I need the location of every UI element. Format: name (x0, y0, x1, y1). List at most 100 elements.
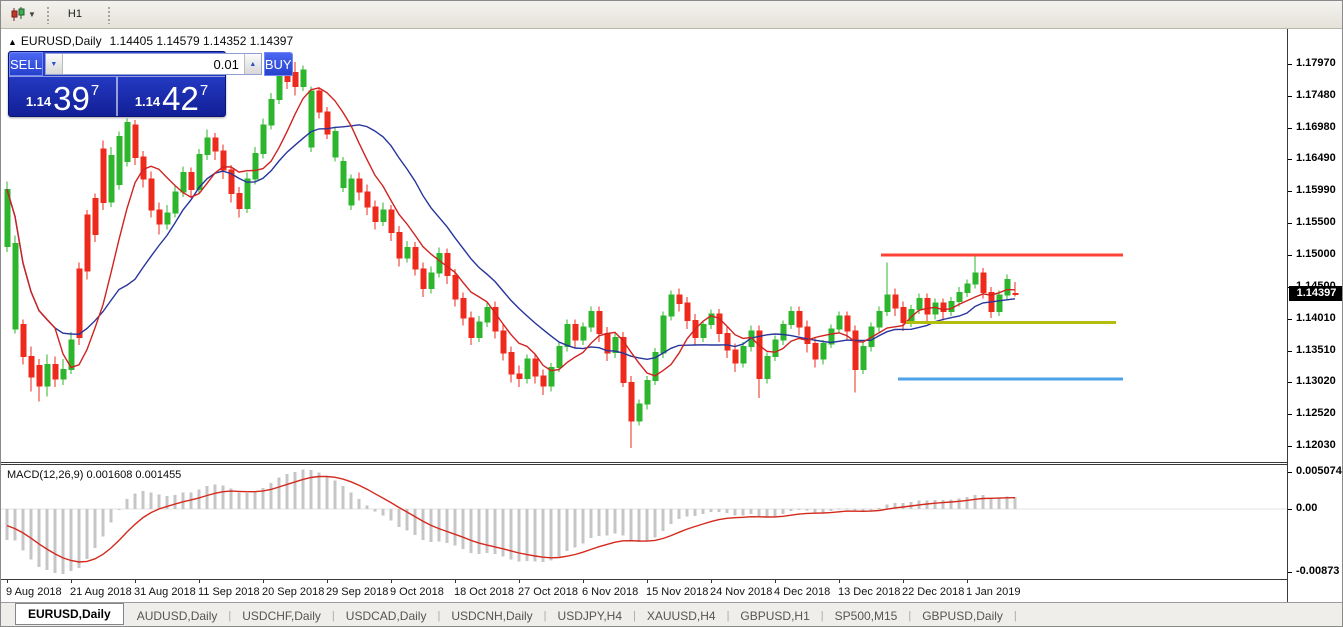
price-axis-label: 1.13020 (1296, 375, 1336, 387)
chart-tab-audusd-daily[interactable]: AUDUSD,Daily (127, 606, 228, 626)
chart-tab-usdcad-daily[interactable]: USDCAD,Daily (336, 606, 437, 626)
date-axis-tick (839, 580, 840, 583)
macd-axis-label: 0.005074 (1296, 465, 1342, 477)
date-axis-label: 15 Nov 2018 (646, 586, 708, 598)
chart-tab-gbpusd-daily[interactable]: GBPUSD,Daily (912, 606, 1013, 626)
chart-tab-usdchf-daily[interactable]: USDCHF,Daily (232, 606, 331, 626)
date-axis-label: 9 Aug 2018 (6, 586, 62, 598)
buy-price[interactable]: 1.14 42 7 (118, 77, 225, 116)
buy-price-big: 42 (162, 83, 199, 114)
macd-indicator-chart[interactable] (1, 465, 1287, 579)
price-axis-tick (1288, 128, 1292, 129)
price-axis-tick (1288, 255, 1292, 256)
price-axis-tick (1288, 382, 1292, 383)
macd-axis-label: -0.00873 (1296, 565, 1339, 577)
price-axis-label: 1.15500 (1296, 216, 1336, 228)
price-axis[interactable]: 1.14397 1.179701.174801.169801.164901.15… (1287, 29, 1343, 602)
date-axis-label: 27 Oct 2018 (518, 586, 578, 598)
price-axis-label: 1.16980 (1296, 121, 1336, 133)
tab-separator: | (1013, 610, 1018, 622)
trade-panel-prices: 1.14 39 7 1.14 42 7 (9, 77, 225, 116)
sell-price[interactable]: 1.14 39 7 (9, 77, 118, 116)
macd-name: MACD(12,26,9) (7, 469, 83, 481)
volume-decrease-button[interactable]: ▼ (46, 54, 63, 74)
date-axis-tick (455, 580, 456, 583)
sell-price-big: 39 (53, 83, 90, 114)
buy-price-small: 1.14 (135, 94, 160, 109)
date-axis-label: 11 Sep 2018 (198, 586, 260, 598)
date-axis-label: 1 Jan 2019 (966, 586, 1020, 598)
date-axis-tick (519, 580, 520, 583)
chart-tab-eurusd-daily[interactable]: EURUSD,Daily (15, 603, 124, 625)
price-axis-label: 1.17480 (1296, 89, 1336, 101)
price-axis-label: 1.15000 (1296, 248, 1336, 260)
macd-axis-tick (1288, 509, 1292, 510)
price-axis-label: 1.13510 (1296, 344, 1336, 356)
date-axis[interactable]: 9 Aug 201821 Aug 201831 Aug 201811 Sep 2… (1, 579, 1287, 602)
price-axis-label: 1.12030 (1296, 439, 1336, 451)
chart-tab-xauusd-h4[interactable]: XAUUSD,H4 (637, 606, 726, 626)
sell-price-pip: 7 (91, 82, 99, 99)
date-axis-label: 9 Oct 2018 (390, 586, 444, 598)
trade-panel-top-row: SELL ▼ ▲ BUY (9, 52, 225, 77)
collapse-arrow-icon[interactable]: ▲ (8, 37, 17, 47)
macd-axis-label: 0.00 (1296, 502, 1317, 514)
chart-title: ▲ EURUSD,Daily 1.14405 1.14579 1.14352 1.1… (8, 34, 293, 48)
chevron-down-icon[interactable]: ▼ (28, 10, 36, 19)
candlestick-chart-icon[interactable] (9, 7, 27, 23)
toolbar: ▼ M1M5M15M30H1H4D1W1MN (1, 1, 1342, 29)
price-axis-label: 1.14010 (1296, 312, 1336, 324)
macd-axis-tick (1288, 572, 1292, 573)
price-axis-tick (1288, 223, 1292, 224)
date-axis-tick (263, 580, 264, 583)
price-axis-tick (1288, 351, 1292, 352)
price-axis-tick (1288, 414, 1292, 415)
date-axis-tick (583, 580, 584, 583)
price-axis-tick (1288, 319, 1292, 320)
date-axis-label: 20 Sep 2018 (262, 586, 324, 598)
price-axis-label: 1.16490 (1296, 152, 1336, 164)
date-axis-label: 31 Aug 2018 (134, 586, 196, 598)
date-axis-tick (775, 580, 776, 583)
chart-symbol-label: EURUSD,Daily (21, 34, 102, 48)
date-axis-label: 18 Oct 2018 (454, 586, 514, 598)
date-axis-tick (135, 580, 136, 583)
chart-tab-sp500-m15[interactable]: SP500,M15 (825, 606, 908, 626)
buy-price-pip: 7 (200, 82, 208, 99)
date-axis-tick (711, 580, 712, 583)
chart-tab-gbpusd-h1[interactable]: GBPUSD,H1 (730, 606, 819, 626)
buy-button[interactable]: BUY (264, 52, 293, 76)
chart-tab-usdjpy-h4[interactable]: USDJPY,H4 (548, 606, 632, 626)
price-axis-label: 1.15990 (1296, 184, 1336, 196)
date-axis-tick (71, 580, 72, 583)
macd-label: MACD(12,26,9) 0.001608 0.001455 (7, 469, 181, 481)
macd-values: 0.001608 0.001455 (86, 469, 181, 481)
price-axis-tick (1288, 446, 1292, 447)
date-axis-tick (7, 580, 8, 583)
timeframe-button-h1[interactable]: H1 (59, 4, 98, 25)
date-axis-label: 6 Nov 2018 (582, 586, 638, 598)
chart-tab-bar: EURUSD,DailyAUDUSD,Daily|USDCHF,Daily|US… (1, 602, 1343, 627)
date-axis-tick (647, 580, 648, 583)
volume-stepper: ▼ ▲ (45, 53, 262, 75)
chart-window: ▲ EURUSD,Daily 1.14405 1.14579 1.14352 1.1… (1, 29, 1343, 602)
date-axis-tick (967, 580, 968, 583)
date-axis-label: 24 Nov 2018 (710, 586, 772, 598)
price-axis-tick (1288, 159, 1292, 160)
toolbar-separator (107, 6, 111, 24)
sell-button[interactable]: SELL (9, 52, 43, 76)
volume-input[interactable] (63, 54, 244, 74)
date-axis-tick (903, 580, 904, 583)
price-axis-tick (1288, 96, 1292, 97)
price-axis-label: 1.12520 (1296, 407, 1336, 419)
toolbar-separator (46, 6, 50, 24)
date-axis-tick (327, 580, 328, 583)
mt4-window: ▼ M1M5M15M30H1H4D1W1MN ▲ EURUSD,Daily 1.14… (0, 0, 1343, 627)
price-axis-tick (1288, 64, 1292, 65)
volume-increase-button[interactable]: ▲ (244, 54, 261, 74)
date-axis-label: 4 Dec 2018 (774, 586, 830, 598)
chart-ohlc-values: 1.14405 1.14579 1.14352 1.14397 (110, 34, 294, 48)
chart-tab-usdcnh-daily[interactable]: USDCNH,Daily (441, 606, 542, 626)
current-price-badge: 1.14397 (1289, 286, 1343, 301)
date-axis-tick (199, 580, 200, 583)
